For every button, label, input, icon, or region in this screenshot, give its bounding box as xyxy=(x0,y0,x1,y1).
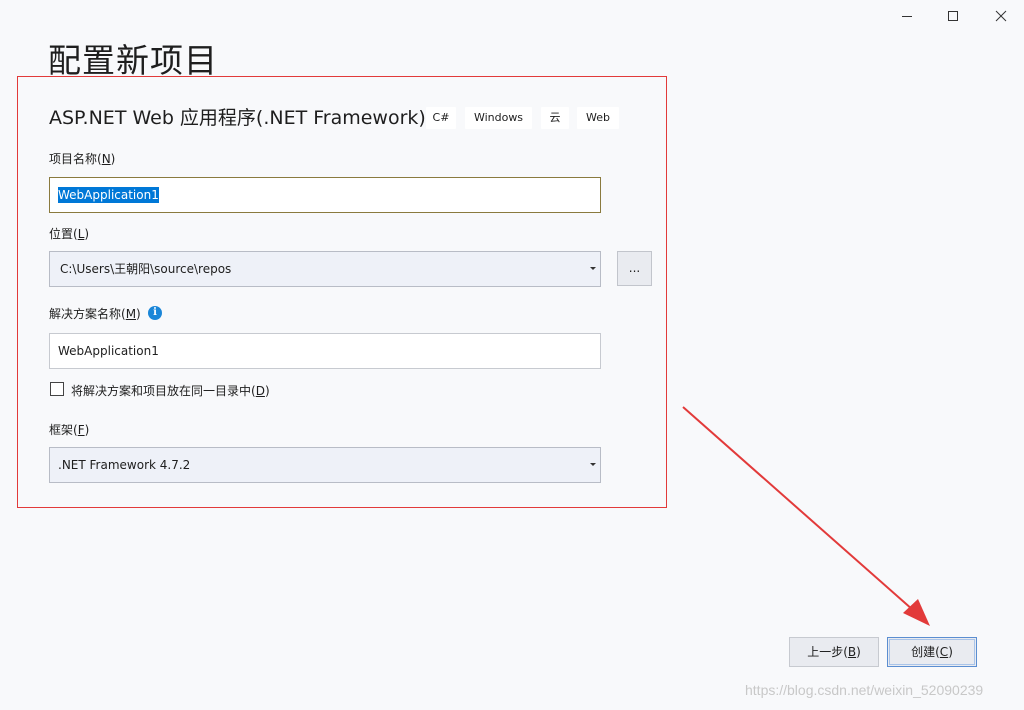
annotation-highlight-box xyxy=(17,76,667,508)
project-name-value: WebApplication1 xyxy=(58,187,159,203)
maximize-button[interactable] xyxy=(930,0,976,32)
same-directory-label[interactable]: 将解决方案和项目放在同一目录中(D) xyxy=(71,383,270,399)
project-name-label: 项目名称(N) xyxy=(49,152,116,166)
framework-label: 框架(F) xyxy=(49,423,90,437)
info-icon[interactable]: i xyxy=(148,306,162,320)
solution-name-value: WebApplication1 xyxy=(58,344,159,358)
solution-name-input[interactable]: WebApplication1 xyxy=(49,333,601,369)
template-name: ASP.NET Web 应用程序(.NET Framework) xyxy=(49,107,426,129)
framework-combobox[interactable]: .NET Framework 4.7.2 xyxy=(49,447,601,483)
create-button[interactable]: 创建(C) xyxy=(887,637,977,667)
tag-web: Web xyxy=(577,107,619,129)
location-combobox[interactable]: C:\Users\王朝阳\source\repos xyxy=(49,251,601,287)
framework-value: .NET Framework 4.7.2 xyxy=(58,458,191,472)
close-icon xyxy=(995,10,1007,22)
location-label: 位置(L) xyxy=(49,227,90,241)
close-button[interactable] xyxy=(978,0,1024,32)
page-title: 配置新项目 xyxy=(48,41,218,80)
tag-csharp: C# xyxy=(426,107,456,129)
watermark: https://blog.csdn.net/weixin_52090239 xyxy=(745,682,984,698)
minimize-icon xyxy=(902,16,912,17)
solution-name-label: 解决方案名称(M) xyxy=(49,307,141,321)
location-value: C:\Users\王朝阳\source\repos xyxy=(60,262,232,276)
tag-windows: Windows xyxy=(465,107,532,129)
browse-location-button[interactable]: ... xyxy=(617,251,652,286)
same-directory-checkbox[interactable] xyxy=(50,382,64,396)
minimize-button[interactable] xyxy=(884,0,930,32)
chevron-down-icon[interactable] xyxy=(590,463,596,466)
maximize-icon xyxy=(948,11,958,21)
tag-cloud: 云 xyxy=(541,107,569,129)
back-button[interactable]: 上一步(B) xyxy=(789,637,879,667)
chevron-down-icon[interactable] xyxy=(590,267,596,270)
project-name-input[interactable]: WebApplication1 xyxy=(49,177,601,213)
